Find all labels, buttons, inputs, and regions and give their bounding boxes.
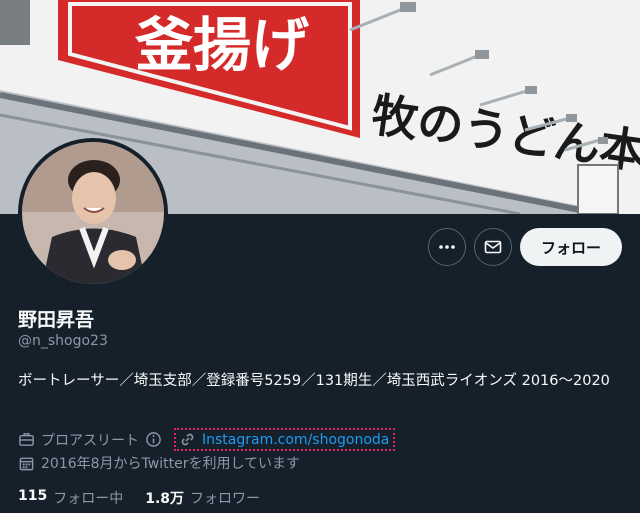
- more-button[interactable]: [428, 228, 466, 266]
- follow-button[interactable]: フォロー: [520, 228, 622, 266]
- ellipsis-icon: [439, 245, 455, 249]
- user-handle: @n_shogo23: [18, 333, 108, 349]
- following-label[interactable]: フォロー中: [53, 488, 123, 508]
- followers-count[interactable]: 1.8万: [145, 488, 184, 508]
- joined-date: 2016年8月からTwitterを利用しています: [41, 456, 301, 472]
- following-count[interactable]: 115: [18, 488, 47, 508]
- profile-category: プロアスリート: [41, 432, 139, 449]
- follow-stats: 115 フォロー中 1.8万 フォロワー: [18, 488, 282, 508]
- info-icon[interactable]: [145, 431, 162, 448]
- followers-label[interactable]: フォロワー: [190, 488, 260, 508]
- profile-link[interactable]: Instagram.com/shogonoda: [174, 428, 396, 451]
- profile-meta-row: プロアスリート Instagram.com/shogonoda: [18, 428, 396, 451]
- display-name: 野田昇吾: [18, 309, 95, 331]
- message-button[interactable]: [474, 228, 512, 266]
- profile-bio: ボートレーサー／埼玉支部／登録番号5259／131期生／埼玉西武ライオンズ 20…: [18, 373, 610, 389]
- briefcase-icon: [19, 433, 34, 446]
- envelope-icon: [484, 240, 502, 254]
- calendar-icon: [19, 457, 34, 470]
- avatar[interactable]: [18, 138, 168, 288]
- link-icon: [181, 433, 194, 446]
- banner-sign-left: 釜揚げ: [134, 11, 309, 79]
- profile-joined-row: 2016年8月からTwitterを利用しています: [18, 453, 300, 473]
- avatar-image: [22, 142, 164, 284]
- profile-link-text[interactable]: Instagram.com/shogonoda: [202, 432, 389, 448]
